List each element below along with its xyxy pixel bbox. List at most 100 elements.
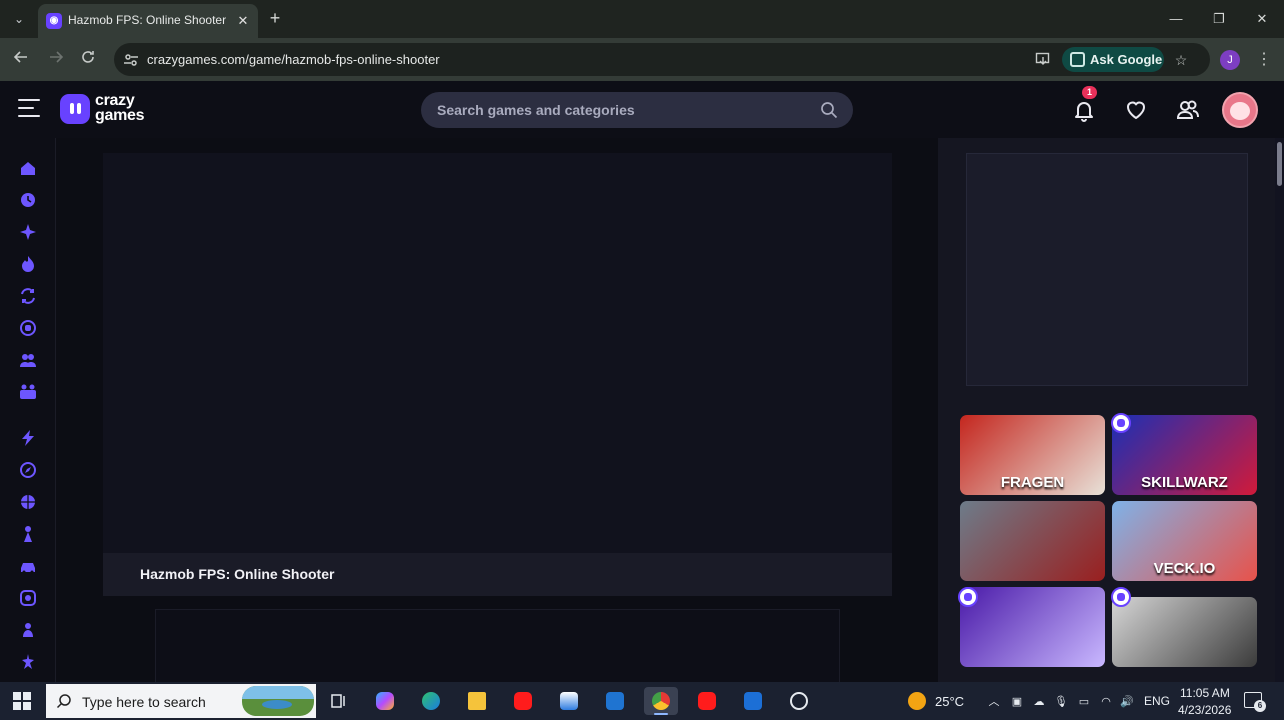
bookmark-star-icon[interactable]: ☆: [1172, 51, 1190, 69]
url-text: crazygames.com/game/hazmob-fps-online-sh…: [147, 52, 440, 67]
outlook-app-icon[interactable]: [598, 687, 632, 715]
weather-sun-icon[interactable]: [908, 692, 926, 710]
copilot-app-icon[interactable]: [368, 687, 402, 715]
crazygames-logo[interactable]: crazy games: [60, 91, 160, 129]
game-details-panel: [155, 609, 840, 689]
weather-temperature[interactable]: 25°C: [935, 694, 964, 709]
address-bar[interactable]: crazygames.com/game/hazmob-fps-online-sh…: [114, 43, 1210, 76]
page-scrollbar[interactable]: [1275, 138, 1284, 682]
windows-start-icon[interactable]: [13, 692, 31, 710]
tray-overflow-chevron-icon[interactable]: ︿: [987, 695, 1001, 709]
user-avatar[interactable]: [1222, 92, 1258, 128]
sidebar-car-icon[interactable]: [18, 556, 38, 576]
sidebar-basketball-icon[interactable]: [18, 492, 38, 512]
tray-battery-icon[interactable]: ▭: [1077, 695, 1091, 709]
window-minimize-button[interactable]: —: [1165, 8, 1187, 30]
edge-browser-icon[interactable]: [414, 687, 448, 715]
game-thumbnail-label: SKILLWARZ: [1141, 474, 1228, 491]
taskbar-search-icon: [56, 693, 72, 709]
tray-meet-icon[interactable]: ▣: [1010, 695, 1024, 709]
search-highlight-image[interactable]: [242, 686, 314, 716]
advertisement-slot: [966, 153, 1248, 386]
sidebar-updated-icon[interactable]: [18, 286, 38, 306]
ask-google-button[interactable]: Ask Google: [1062, 47, 1164, 72]
site-settings-icon[interactable]: [122, 51, 140, 69]
youtube-app-icon[interactable]: [506, 687, 540, 715]
category-sidebar: [0, 138, 56, 682]
sidebar-multiplayer-icon[interactable]: [18, 350, 38, 370]
chrome-browser-icon[interactable]: [644, 687, 678, 715]
sidebar-recent-icon[interactable]: [18, 190, 38, 210]
sidebar-two-player-icon[interactable]: [18, 382, 38, 402]
scrollbar-thumb[interactable]: [1277, 142, 1282, 186]
game-thumbnail[interactable]: [960, 501, 1105, 581]
install-app-icon[interactable]: [1034, 51, 1052, 69]
tray-time[interactable]: 11:05 AM: [1180, 686, 1230, 700]
tab-search-chevron-icon[interactable]: ⌄: [8, 8, 30, 30]
tray-cloud-icon[interactable]: ☁: [1032, 695, 1046, 709]
windows-taskbar: 25°C ︿ ▣ ☁ 🎙 ▭ ◠ 🔊 ENG 11:05 AM 4/23/202…: [0, 682, 1284, 720]
active-app-indicator: [654, 713, 668, 715]
reload-icon[interactable]: [77, 49, 99, 71]
sidebar-driving-icon[interactable]: [18, 652, 38, 672]
sidebar-originals-icon[interactable]: [18, 318, 38, 338]
back-arrow-icon[interactable]: [10, 49, 32, 71]
ask-google-label: Ask Google: [1090, 52, 1163, 67]
crazygames-originals-badge-icon: [958, 587, 978, 607]
tray-date[interactable]: 4/23/2026: [1178, 703, 1231, 717]
site-search-bar[interactable]: [421, 92, 853, 128]
hamburger-menu-icon[interactable]: [18, 99, 40, 119]
remote-desktop-icon[interactable]: [736, 687, 770, 715]
game-thumbnail[interactable]: FRAGEN: [960, 415, 1105, 495]
sidebar-adventure-icon[interactable]: [18, 460, 38, 480]
task-view-button[interactable]: [322, 687, 356, 715]
browser-tab-active[interactable]: ◉ Hazmob FPS: Online Shooter ✕: [38, 4, 258, 38]
search-icon[interactable]: [820, 101, 838, 119]
tray-wifi-icon[interactable]: ◠: [1099, 695, 1113, 709]
screen-recorder-icon[interactable]: [782, 687, 816, 715]
notification-center-icon[interactable]: 6: [1244, 692, 1266, 712]
friends-icon[interactable]: [1175, 97, 1201, 123]
google-lens-icon: [1070, 52, 1085, 67]
tray-volume-icon[interactable]: 🔊: [1120, 695, 1134, 709]
forward-arrow-icon[interactable]: [45, 49, 67, 71]
favorites-heart-icon[interactable]: [1123, 97, 1149, 123]
game-thumbnail[interactable]: VECK.IO: [1112, 501, 1257, 581]
avatar-face-icon: [1230, 102, 1250, 120]
game-player-frame[interactable]: [103, 153, 892, 553]
main-content: Hazmob FPS: Online Shooter: [56, 138, 938, 689]
sidebar-action-icon[interactable]: [18, 428, 38, 448]
notification-center-count: 6: [1254, 700, 1266, 712]
sidebar-clicker-icon[interactable]: [18, 620, 38, 640]
game-thumbnail[interactable]: [960, 587, 1105, 667]
window-maximize-button[interactable]: ❐: [1208, 8, 1230, 30]
game-thumbnail[interactable]: SKILLWARZ: [1112, 415, 1257, 495]
sidebar-trending-icon[interactable]: [18, 254, 38, 274]
browser-profile-avatar[interactable]: J: [1220, 50, 1240, 70]
file-explorer-icon[interactable]: [460, 687, 494, 715]
site-search-input[interactable]: [437, 101, 807, 119]
notifications-bell-icon[interactable]: [1071, 97, 1097, 123]
crazygames-originals-badge-icon: [1111, 413, 1131, 433]
tray-language[interactable]: ENG: [1144, 694, 1170, 708]
sidebar-casual-icon[interactable]: [18, 588, 38, 608]
youtube-app-icon-2[interactable]: [690, 687, 724, 715]
game-thumbnail[interactable]: [1112, 597, 1257, 667]
tab-close-icon[interactable]: ✕: [234, 12, 252, 30]
taskbar-search-box[interactable]: [46, 684, 316, 718]
sidebar-new-icon[interactable]: [18, 222, 38, 242]
window-close-button[interactable]: ✕: [1251, 8, 1273, 30]
tab-title: Hazmob FPS: Online Shooter: [68, 13, 227, 27]
crazygames-originals-badge-icon: [1111, 587, 1131, 607]
crazygames-favicon-icon: ◉: [46, 13, 62, 29]
sidebar-home-icon[interactable]: [18, 158, 38, 178]
tray-microphone-icon[interactable]: 🎙: [1054, 695, 1068, 709]
game-info-bar: Hazmob FPS: Online Shooter: [103, 553, 892, 596]
sidebar-beauty-icon[interactable]: [18, 524, 38, 544]
new-tab-button[interactable]: +: [266, 8, 284, 28]
browser-menu-icon[interactable]: ⋮: [1254, 49, 1274, 71]
browser-tab-strip: ⌄ ◉ Hazmob FPS: Online Shooter ✕ + — ❐ ✕: [0, 0, 1284, 38]
game-thumbnail-label: FRAGEN: [1000, 474, 1065, 491]
taskbar-search-input[interactable]: [82, 693, 252, 711]
microsoft-store-icon[interactable]: [552, 687, 586, 715]
